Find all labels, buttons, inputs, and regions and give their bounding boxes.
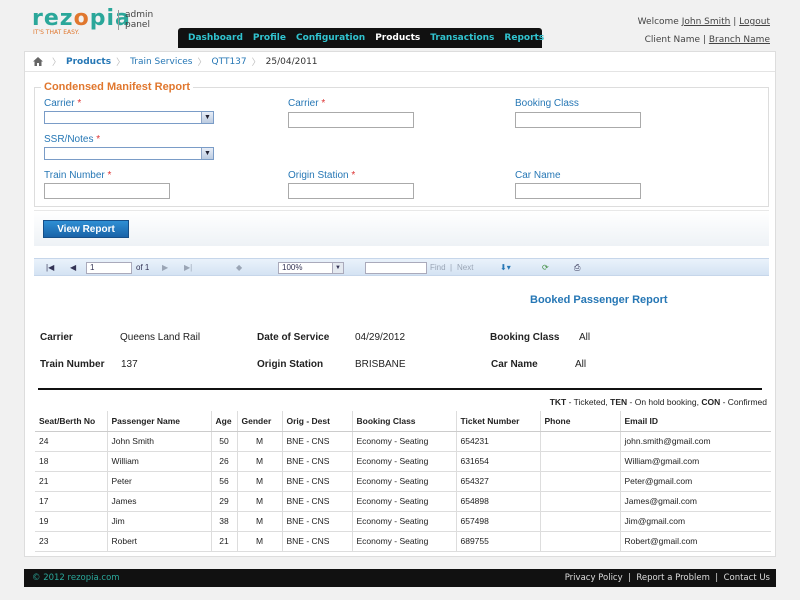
manifest-form: Condensed Manifest Report Carrier * ▼ Ca… — [34, 81, 769, 207]
first-page-icon[interactable]: |◀ — [46, 263, 54, 272]
branch-name-link[interactable]: Branch Name — [709, 35, 770, 45]
chevron-down-icon[interactable]: ▼ — [201, 112, 213, 123]
prev-page-icon[interactable]: ◀ — [70, 263, 76, 272]
export-icon[interactable]: ⬇▾ — [500, 263, 511, 272]
col-booking-class: Booking Class — [352, 411, 457, 432]
logout-link[interactable]: Logout — [739, 17, 770, 27]
privacy-policy-link[interactable]: Privacy Policy — [565, 573, 623, 583]
car-name-input[interactable] — [515, 183, 641, 199]
info-car-label: Car Name — [491, 359, 538, 370]
info-class-label: Booking Class — [490, 332, 560, 343]
info-train-value: 137 — [121, 359, 138, 370]
col-age: Age — [211, 411, 238, 432]
zoom-select[interactable]: 100% ▼ — [278, 262, 344, 274]
carrier-input[interactable] — [288, 112, 414, 128]
col-ticket-number: Ticket Number — [456, 411, 541, 432]
table-row: 21 Peter 56 M BNE - CNS Economy - Seating 6543… — [35, 471, 771, 492]
next-page-icon[interactable]: ▶ — [162, 263, 168, 272]
chevron-down-icon[interactable]: ▼ — [201, 148, 213, 159]
breadcrumb-train[interactable]: QTT137 — [212, 57, 247, 67]
next-link[interactable]: Next — [457, 263, 473, 272]
nav-transactions[interactable]: Transactions — [430, 33, 494, 43]
status-legend: TKT - Ticketed, TEN - On hold booking, C… — [549, 397, 767, 407]
refresh-icon[interactable]: ⟳ — [542, 263, 549, 272]
logo[interactable]: rezopia — [32, 8, 131, 30]
info-origin-label: Origin Station — [257, 359, 324, 370]
copyright: © 2012 rezopia.com — [32, 573, 120, 583]
chevron-down-icon[interactable]: ▼ — [332, 263, 343, 273]
table-row: 24 John Smith 50 M BNE - CNS Economy - Seatin… — [35, 431, 771, 452]
user-link[interactable]: John Smith — [682, 17, 731, 27]
client-name: Client Name — [644, 35, 701, 45]
info-train-label: Train Number — [40, 359, 105, 370]
nav-dashboard[interactable]: Dashboard — [188, 33, 243, 43]
page-count: of 1 — [136, 263, 150, 272]
footer: © 2012 rezopia.com Privacy Policy | Repo… — [24, 569, 776, 587]
table-row: 17 James 29 M BNE - CNS Economy - Seating 6548… — [35, 491, 771, 512]
page-number-input[interactable]: 1 — [86, 262, 132, 274]
table-row: 23 Robert 21 M BNE - CNS Economy - Seating 689… — [35, 531, 771, 552]
origin-station-label: Origin Station * — [288, 170, 356, 181]
info-class-value: All — [579, 332, 591, 343]
view-report-button[interactable]: View Report — [43, 220, 129, 238]
carrier-label: Carrier * — [44, 98, 82, 109]
find-input[interactable] — [365, 262, 427, 274]
carrier-select[interactable]: ▼ — [44, 111, 214, 124]
top-nav: Dashboard Profile Configuration Products… — [178, 28, 544, 48]
info-carrier-value: Queens Land Rail — [120, 332, 201, 343]
footer-links: Privacy Policy | Report a Problem | Cont… — [564, 573, 770, 583]
find-link[interactable]: Find — [430, 263, 446, 272]
passenger-table: Seat/Berth No Passenger Name Age Gender … — [35, 411, 771, 552]
booking-class-label: Booking Class — [515, 98, 579, 109]
report-problem-link[interactable]: Report a Problem — [636, 573, 710, 583]
header: rezopia IT'S THAT EASY. admin panel Dash… — [0, 0, 800, 48]
table-row: 18 William 26 M BNE - CNS Economy - Seating 63… — [35, 451, 771, 472]
breadcrumb: 〉 Products 〉 Train Services 〉 QTT137 〉 2… — [25, 52, 775, 72]
booking-class-input[interactable] — [515, 112, 641, 128]
info-origin-value: BRISBANE — [355, 359, 406, 370]
breadcrumb-date: 25/04/2011 — [265, 56, 318, 67]
print-icon[interactable]: ⎙ — [574, 263, 580, 273]
admin-panel-label: admin panel — [118, 10, 153, 30]
info-carrier-label: Carrier — [40, 332, 73, 343]
main-panel: 〉 Products 〉 Train Services 〉 QTT137 〉 2… — [24, 51, 776, 557]
button-bar: View Report — [34, 210, 769, 246]
nav-products[interactable]: Products — [375, 33, 420, 43]
col-gender: Gender — [237, 411, 283, 432]
nav-profile[interactable]: Profile — [253, 33, 286, 43]
nav-reports[interactable]: Reports — [504, 33, 544, 43]
home-icon[interactable] — [33, 57, 43, 66]
col-seat: Seat/Berth No — [35, 411, 108, 432]
breadcrumb-products[interactable]: Products — [66, 57, 111, 67]
train-number-input[interactable] — [44, 183, 170, 199]
breadcrumb-train-services[interactable]: Train Services — [130, 57, 192, 67]
col-passenger-name: Passenger Name — [107, 411, 212, 432]
report-title: Booked Passenger Report — [530, 294, 668, 306]
ssr-notes-label: SSR/Notes * — [44, 134, 101, 145]
table-header-row: Seat/Berth No Passenger Name Age Gender … — [35, 411, 771, 432]
tagline: IT'S THAT EASY. — [33, 29, 80, 36]
contact-us-link[interactable]: Contact Us — [724, 573, 770, 583]
divider — [38, 388, 762, 390]
welcome-box: Welcome John Smith | Logout Client Name … — [637, 17, 770, 45]
col-email: Email ID — [620, 411, 771, 432]
col-orig-dest: Orig - Dest — [282, 411, 353, 432]
info-date-label: Date of Service — [257, 332, 330, 343]
train-number-label: Train Number * — [44, 170, 112, 181]
info-car-value: All — [575, 359, 587, 370]
info-date-value: 04/29/2012 — [355, 332, 406, 343]
table-row: 19 Jim 38 M BNE - CNS Economy - Seating 657498… — [35, 511, 771, 532]
ssr-notes-select[interactable]: ▼ — [44, 147, 214, 160]
last-page-icon[interactable]: ▶| — [184, 263, 192, 272]
origin-station-input[interactable] — [288, 183, 414, 199]
back-icon[interactable]: ◆ — [236, 263, 242, 272]
report-toolbar: |◀ ◀ 1 of 1 ▶ ▶| ◆ 100% ▼ Find | Next ⬇▾… — [34, 258, 769, 276]
carrier2-label: Carrier * — [288, 98, 326, 109]
car-name-label: Car Name — [515, 170, 561, 181]
col-phone: Phone — [540, 411, 621, 432]
nav-configuration[interactable]: Configuration — [296, 33, 365, 43]
form-title: Condensed Manifest Report — [41, 81, 194, 93]
